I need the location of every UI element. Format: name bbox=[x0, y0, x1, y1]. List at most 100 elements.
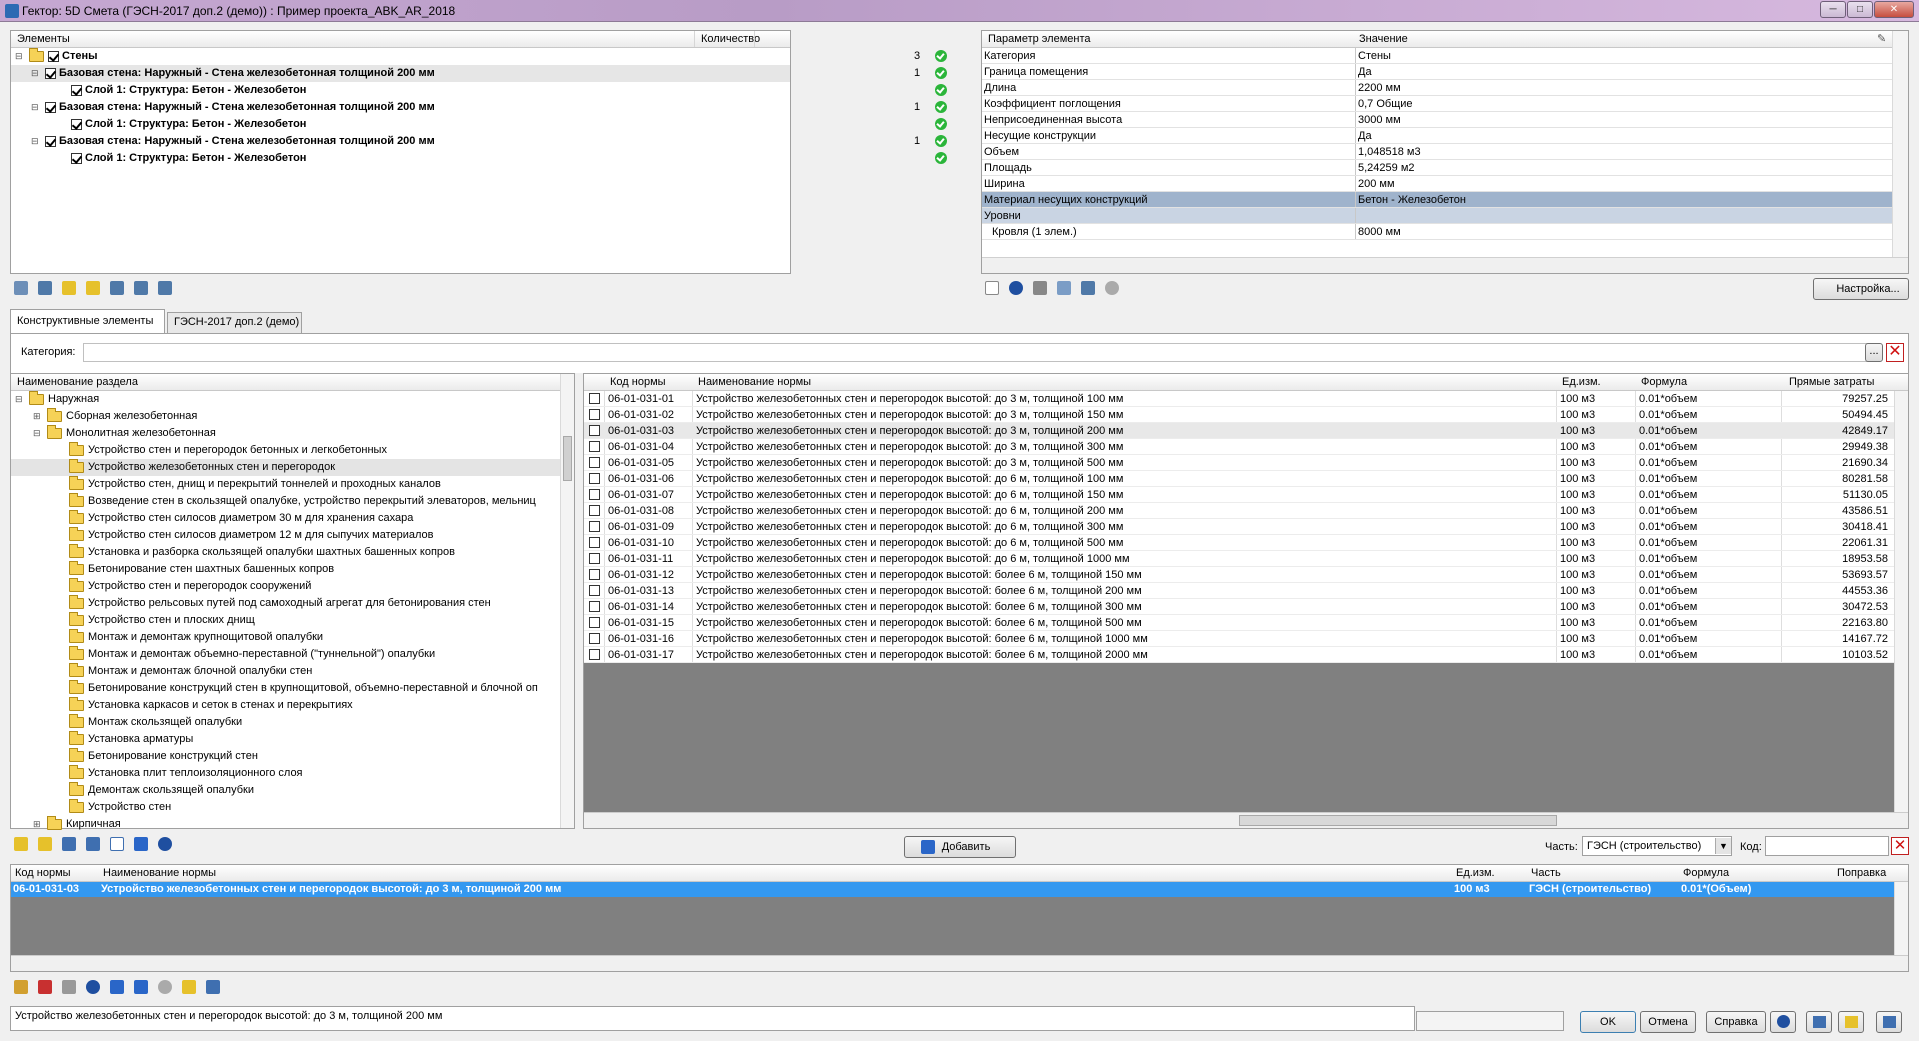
section-item[interactable]: Устройство стен, днищ и перекрытий тонне… bbox=[11, 476, 574, 493]
section-item[interactable]: Устройство стен и плоских днищ bbox=[11, 612, 574, 629]
chevron-down-icon[interactable]: ▼ bbox=[1715, 838, 1731, 854]
section-item[interactable]: ⊞ Сборная железобетонная bbox=[11, 408, 574, 425]
norms-vscroll[interactable] bbox=[1894, 391, 1908, 812]
param-value[interactable]: Да bbox=[1358, 128, 1372, 144]
norm-checkbox[interactable] bbox=[589, 521, 600, 532]
settings-button[interactable]: Настройка... bbox=[1813, 278, 1909, 300]
filter-icon[interactable] bbox=[134, 837, 148, 851]
element-row[interactable]: Слой 1: Структура: Бетон - Железобетон bbox=[11, 82, 947, 99]
section-item[interactable]: Установка арматуры bbox=[11, 731, 574, 748]
move-up-icon[interactable] bbox=[110, 980, 124, 994]
check-all-icon[interactable] bbox=[110, 281, 124, 295]
norm-row[interactable]: 06-01-031-07 Устройство железобетонных ст… bbox=[584, 487, 1894, 503]
col-quantity[interactable]: Количество bbox=[701, 31, 760, 47]
col-value[interactable]: Значение bbox=[1359, 31, 1408, 47]
section-item[interactable]: Монтаж и демонтаж крупнощитовой опалубки bbox=[11, 629, 574, 646]
col-cost[interactable]: Прямые затраты bbox=[1789, 374, 1874, 390]
element-row[interactable]: ⊟ Базовая стена: Наружный - Стена железоб… bbox=[11, 133, 947, 150]
zoom-icon[interactable] bbox=[14, 281, 28, 295]
section-item[interactable]: Устройство рельсовых путей под самоходны… bbox=[11, 595, 574, 612]
tree-toggle-icon[interactable]: ⊟ bbox=[15, 48, 23, 65]
expand-icon[interactable] bbox=[62, 281, 76, 295]
sections-scroll-thumb[interactable] bbox=[563, 436, 572, 481]
ok-button[interactable]: OK bbox=[1580, 1011, 1636, 1033]
norm-checkbox[interactable] bbox=[589, 505, 600, 516]
norm-row[interactable]: 06-01-031-08 Устройство железобетонных ст… bbox=[584, 503, 1894, 519]
norm-row[interactable]: 06-01-031-01 Устройство железобетонных ст… bbox=[584, 391, 1894, 407]
tab-elements[interactable]: Конструктивные элементы bbox=[10, 309, 165, 333]
section-item[interactable]: Устройство стен bbox=[11, 799, 574, 816]
param-value[interactable]: Да bbox=[1358, 64, 1372, 80]
col-elements[interactable]: Элементы bbox=[17, 33, 70, 45]
param-value[interactable]: 200 мм bbox=[1358, 176, 1395, 192]
element-checkbox[interactable] bbox=[45, 135, 56, 147]
norm-row[interactable]: 06-01-031-15 Устройство железобетонных ст… bbox=[584, 615, 1894, 631]
norm-row[interactable]: 06-01-031-10 Устройство железобетонных ст… bbox=[584, 535, 1894, 551]
param-value[interactable]: 3000 мм bbox=[1358, 112, 1401, 128]
norm-checkbox[interactable] bbox=[589, 617, 600, 628]
section-item[interactable]: Монтаж и демонтаж блочной опалубки стен bbox=[11, 663, 574, 680]
element-row[interactable]: ⊟ Базовая стена: Наружный - Стена железоб… bbox=[11, 99, 947, 116]
element-row[interactable]: Слой 1: Структура: Бетон - Железобетон bbox=[11, 150, 947, 167]
section-item[interactable]: Установка и разборка скользящей опалубки… bbox=[11, 544, 574, 561]
export-button[interactable] bbox=[1806, 1011, 1832, 1033]
section-item[interactable]: Монтаж и демонтаж объемно-переставной ("… bbox=[11, 646, 574, 663]
move-down-icon[interactable] bbox=[134, 980, 148, 994]
tab-gesn[interactable]: ГЭСН-2017 доп.2 (демо) bbox=[167, 312, 302, 333]
sel-col-code[interactable]: Код нормы bbox=[15, 865, 71, 881]
norm-row[interactable]: 06-01-031-16 Устройство железобетонных ст… bbox=[584, 631, 1894, 647]
new-icon[interactable] bbox=[985, 281, 999, 295]
pencil-icon[interactable]: ✎ bbox=[1877, 31, 1886, 47]
select-icon[interactable] bbox=[158, 281, 172, 295]
element-checkbox[interactable] bbox=[71, 118, 82, 130]
section-item[interactable]: Установка плит теплоизоляционного слоя bbox=[11, 765, 574, 782]
norms-hscroll[interactable] bbox=[584, 812, 1908, 828]
approve-icon[interactable] bbox=[158, 980, 172, 994]
norm-row[interactable]: 06-01-031-06 Устройство железобетонных ст… bbox=[584, 471, 1894, 487]
element-checkbox[interactable] bbox=[71, 84, 82, 96]
norm-row[interactable]: 06-01-031-04 Устройство железобетонных ст… bbox=[584, 439, 1894, 455]
copy-icon[interactable] bbox=[62, 980, 76, 994]
norm-checkbox[interactable] bbox=[589, 585, 600, 596]
params-hscroll[interactable] bbox=[982, 257, 1908, 273]
tree-toggle-icon[interactable]: ⊞ bbox=[33, 408, 41, 425]
delete-icon[interactable] bbox=[38, 980, 52, 994]
element-row[interactable]: ⊟ Стены 3 bbox=[11, 47, 947, 65]
param-row[interactable]: Кровля (1 элем.) 8000 мм bbox=[982, 224, 1908, 240]
params-vscroll[interactable] bbox=[1892, 31, 1908, 257]
section-item[interactable]: ⊟ Наружная bbox=[11, 391, 574, 408]
param-value[interactable]: 0,7 Общие bbox=[1358, 96, 1413, 112]
section-item[interactable]: Установка каркасов и сеток в стенах и пе… bbox=[11, 697, 574, 714]
clear-category-icon[interactable]: ✕ bbox=[1886, 343, 1904, 362]
param-row[interactable]: Граница помещения Да bbox=[982, 64, 1908, 80]
norm-checkbox[interactable] bbox=[589, 457, 600, 468]
save-button[interactable] bbox=[1876, 1011, 1902, 1033]
part-select[interactable]: ГЭСН (строительство) ▼ bbox=[1582, 836, 1732, 856]
info-icon[interactable] bbox=[158, 837, 172, 851]
tree-toggle-icon[interactable]: ⊟ bbox=[31, 65, 39, 82]
element-checkbox[interactable] bbox=[45, 67, 56, 79]
norm-checkbox[interactable] bbox=[589, 569, 600, 580]
param-value[interactable]: 8000 мм bbox=[1358, 224, 1401, 240]
norm-checkbox[interactable] bbox=[589, 441, 600, 452]
notes-button[interactable] bbox=[1838, 1011, 1864, 1033]
param-row[interactable]: Уровни bbox=[982, 208, 1908, 224]
param-value[interactable]: Бетон - Железобетон bbox=[1358, 192, 1466, 208]
sel-col-unit[interactable]: Ед.изм. bbox=[1456, 865, 1495, 881]
norm-checkbox[interactable] bbox=[589, 553, 600, 564]
section-item[interactable]: Устройство стен и перегородок сооружений bbox=[11, 578, 574, 595]
param-value[interactable]: 1,048518 м3 bbox=[1358, 144, 1421, 160]
category-browse-button[interactable]: ... bbox=[1865, 343, 1883, 362]
collapse-icon[interactable] bbox=[38, 837, 52, 851]
export-icon[interactable] bbox=[38, 281, 52, 295]
col-code[interactable]: Код нормы bbox=[610, 374, 666, 390]
print-icon[interactable] bbox=[1033, 281, 1047, 295]
norm-row[interactable]: 06-01-031-14 Устройство железобетонных ст… bbox=[584, 599, 1894, 615]
norm-row[interactable]: 06-01-031-13 Устройство железобетонных ст… bbox=[584, 583, 1894, 599]
tree-toggle-icon[interactable]: ⊟ bbox=[31, 133, 39, 150]
section-item[interactable]: Монтаж скользящей опалубки bbox=[11, 714, 574, 731]
param-row[interactable]: Объем 1,048518 м3 bbox=[982, 144, 1908, 160]
norm-row[interactable]: 06-01-031-02 Устройство железобетонных ст… bbox=[584, 407, 1894, 423]
tree-toggle-icon[interactable]: ⊟ bbox=[33, 425, 41, 442]
tree-toggle-icon[interactable]: ⊞ bbox=[33, 816, 41, 833]
